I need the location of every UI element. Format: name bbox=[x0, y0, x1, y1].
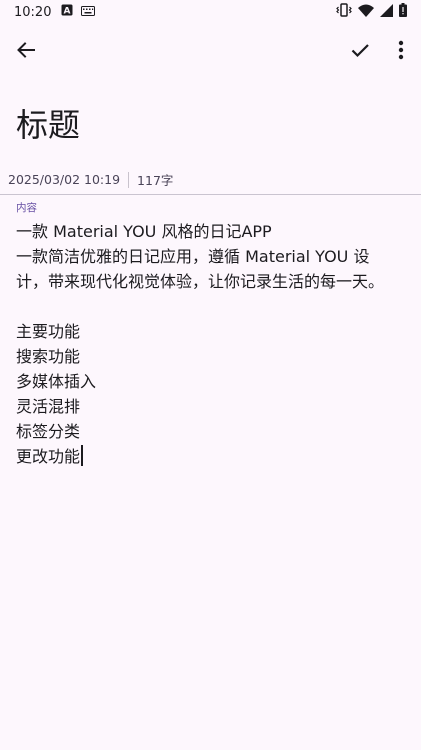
content-line: 一款简洁优雅的日记应用，遵循 Material YOU 设计，带来现代化视觉体验… bbox=[16, 247, 385, 291]
feature-line: 搜索功能 bbox=[16, 347, 81, 366]
content-line: 一款 Material YOU 风格的日记APP bbox=[16, 222, 272, 241]
feature-line: 灵活混排 bbox=[16, 397, 81, 416]
feature-line: 标签分类 bbox=[16, 422, 81, 441]
keyboard-icon bbox=[81, 5, 96, 20]
feature-line-last: 更改功能 bbox=[16, 444, 396, 469]
feature-line-text: 更改功能 bbox=[16, 447, 81, 466]
save-button[interactable] bbox=[340, 32, 380, 72]
status-time: 10:20 bbox=[14, 4, 52, 20]
editor-screen: 10:20 A 标题 2025/03/02 10:19 117字 内容 一款 M… bbox=[0, 0, 421, 750]
notification-a-icon: A bbox=[61, 4, 73, 20]
content-editor[interactable]: 一款 Material YOU 风格的日记APP 一款简洁优雅的日记应用，遵循 … bbox=[16, 219, 396, 469]
svg-text:A: A bbox=[64, 7, 71, 17]
vibrate-icon bbox=[336, 3, 352, 21]
more-vert-icon bbox=[398, 40, 404, 64]
arrow-back-icon bbox=[16, 40, 36, 64]
feature-line: 主要功能 bbox=[16, 322, 81, 341]
signal-icon bbox=[380, 3, 393, 21]
wifi-icon bbox=[358, 4, 374, 21]
meta-divider bbox=[128, 171, 130, 188]
feature-line: 多媒体插入 bbox=[16, 372, 97, 391]
note-meta: 2025/03/02 10:19 117字 bbox=[8, 170, 173, 189]
battery-icon bbox=[399, 3, 407, 21]
status-icons bbox=[336, 3, 407, 21]
content-label: 内容 bbox=[16, 202, 37, 214]
text-cursor bbox=[81, 445, 83, 466]
check-icon bbox=[350, 40, 370, 64]
more-options-button[interactable] bbox=[381, 32, 421, 72]
status-bar: 10:20 A bbox=[0, 0, 421, 24]
note-date: 2025/03/02 10:19 bbox=[8, 172, 121, 187]
back-button[interactable] bbox=[6, 32, 46, 72]
word-count: 117字 bbox=[137, 173, 174, 188]
content-divider bbox=[0, 194, 421, 195]
note-title[interactable]: 标题 bbox=[16, 100, 80, 146]
top-app-bar bbox=[0, 24, 421, 80]
